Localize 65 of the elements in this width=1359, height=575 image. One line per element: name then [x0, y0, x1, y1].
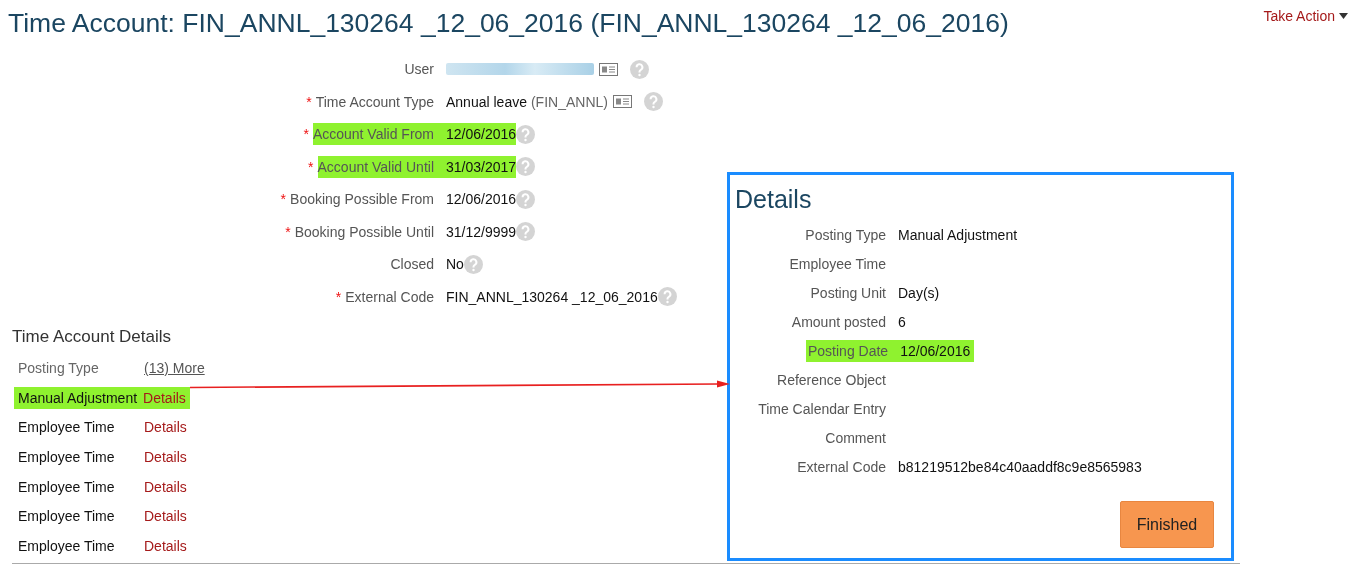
field-label: Posting Date [806, 339, 889, 362]
finished-button[interactable]: Finished [1120, 501, 1214, 548]
posting-type: Employee Time [18, 419, 116, 436]
field-value: 31/12/9999 [446, 222, 517, 242]
details-link[interactable]: Details [144, 537, 187, 554]
required-mark: * [285, 223, 291, 240]
help-icon[interactable] [643, 92, 663, 112]
help-icon[interactable] [657, 287, 677, 307]
posting-type: Employee Time [18, 478, 116, 495]
required-mark: * [303, 126, 309, 143]
details-link[interactable]: Details [144, 508, 187, 525]
help-icon[interactable] [516, 124, 536, 144]
field-label: Account Valid From [312, 123, 446, 146]
section-title: Time Account Details [12, 327, 173, 347]
required-mark: * [306, 93, 312, 110]
card-icon[interactable] [599, 62, 618, 76]
required-mark: * [308, 158, 314, 175]
details-link[interactable]: Details [144, 478, 187, 495]
help-icon[interactable] [463, 254, 483, 274]
field-value: FIN_ANNL_130264 _12_06_2016 [446, 287, 658, 307]
details-link[interactable]: Details [143, 389, 186, 406]
required-mark: * [280, 191, 287, 208]
details-link[interactable]: Details [144, 419, 187, 436]
field-value: b81219512be84c40aaddf8c9e8565983 [897, 457, 1142, 477]
card-icon[interactable] [612, 95, 632, 109]
posting-type: Manual Adjustment [18, 389, 138, 406]
page-title: Time Account: FIN_ANNL_130264 _12_06_2016 (FIN_ANNL_130264 _12_06_2016) [8, 8, 1009, 39]
posting-type: Employee Time [18, 537, 116, 554]
field-value: 6 [897, 312, 906, 332]
help-icon[interactable] [516, 157, 536, 177]
field-value: Day(s) [897, 283, 940, 303]
panel-title: Details [735, 185, 813, 214]
field-label: Employee Time [788, 254, 886, 274]
field-label: Posting Unit [809, 283, 886, 303]
field-label: Comment [824, 428, 886, 448]
field-label: Booking Possible From [290, 190, 434, 210]
take-action-menu[interactable]: Take Action [1263, 8, 1348, 24]
field-value: 12/06/2016 [446, 123, 517, 146]
posting-type: Employee Time [18, 448, 116, 465]
field-label: Reference Object [776, 370, 886, 390]
help-icon[interactable] [516, 189, 536, 209]
field-label: Posting Type [804, 225, 886, 245]
field-value: 31/03/2017 [446, 155, 517, 178]
field-value: 12/06/2016 [888, 339, 975, 362]
field-code: (FIN_ANNL) [530, 93, 608, 110]
field-label: Time Calendar Entry [757, 399, 886, 419]
field-label: User [404, 60, 434, 80]
field-value: Manual Adjustment [897, 225, 1018, 245]
field-label: External Code [796, 457, 886, 477]
details-link[interactable]: Details [144, 448, 187, 465]
field-value: No [446, 255, 464, 275]
help-icon[interactable] [630, 59, 649, 79]
field-value: Annual leave [446, 92, 527, 112]
caret-icon [1339, 13, 1348, 19]
field-label: External Code [345, 287, 434, 307]
field-label: Closed [390, 255, 434, 275]
required-mark: * [335, 288, 342, 305]
field-label: Booking Possible Until [294, 222, 434, 242]
more-link[interactable]: (13) More [144, 359, 205, 376]
column-header: Posting Type [17, 359, 100, 376]
field-value: 12/06/2016 [446, 190, 517, 210]
field-label: Time Account Type [315, 92, 434, 112]
help-icon[interactable] [516, 222, 536, 242]
field-label: Amount posted [790, 312, 886, 332]
posting-type: Employee Time [18, 508, 116, 525]
